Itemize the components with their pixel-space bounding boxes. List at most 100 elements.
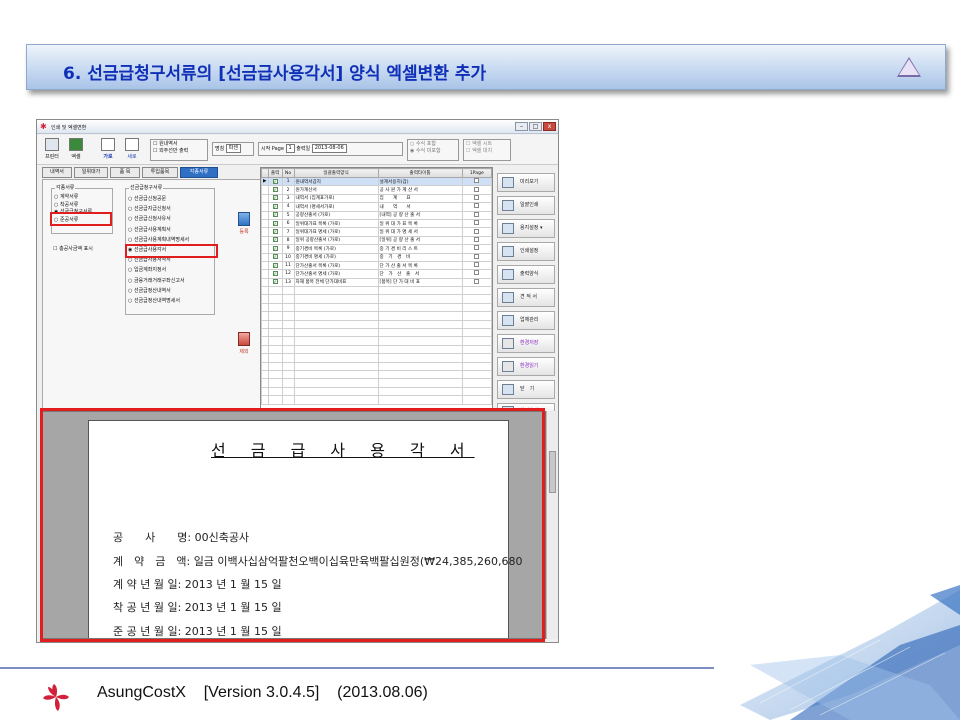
row-1page-checkbox[interactable] (461, 202, 492, 212)
grid-row[interactable]: ✓ 7 일위대가표 명세 (가로) 일 위 대 가 명 세 서 (261, 227, 492, 237)
close-button[interactable]: x (543, 122, 556, 131)
minimize-button[interactable]: – (515, 122, 528, 131)
advance-doc-item[interactable]: 입금계좌지정서 (128, 265, 212, 275)
batch-print-button[interactable]: 일괄인쇄 (497, 196, 555, 215)
include-formula-radio[interactable]: 수식 포함 (410, 141, 456, 148)
window-title: 인쇄 및 엑셀변환 (51, 125, 87, 131)
scrollbar-thumb[interactable] (549, 451, 556, 493)
grid-row[interactable]: ✓ 9 중기경비 목록 (가로) 중 기 경 비 리 스 트 (261, 244, 492, 254)
print-button[interactable]: 프린터 (41, 137, 63, 163)
row-output-checkbox[interactable]: ✓ (267, 218, 283, 229)
tab-various-docs[interactable]: 각종서류 (180, 167, 218, 178)
maximize-button[interactable]: □ (529, 122, 542, 131)
preview-line-amount: 계 약 금 액: 일금 이백사십삼억팔천오백이십육만육백팔십원정(₩24,385… (113, 555, 523, 568)
row-1page-checkbox[interactable] (461, 252, 492, 262)
row-output-checkbox[interactable]: ✓ (267, 193, 283, 204)
grid-row[interactable]: ✓ 11 단가산출서 목록 (가로) 단 가 산 출 서 목 록 (261, 260, 492, 271)
advance-doc-item[interactable]: 금융거래거래구좌신고서 (128, 276, 212, 286)
advance-doc-item[interactable]: 선금급신청사유서 (128, 214, 212, 224)
unit-select[interactable]: 파센 (225, 144, 241, 153)
row-output-checkbox[interactable]: ✓ (267, 235, 283, 246)
row-output-checkbox[interactable]: ✓ (267, 244, 283, 254)
preview-icon (502, 177, 514, 188)
portrait-button[interactable]: 세로 (121, 137, 143, 163)
row-output-checkbox[interactable]: ✓ (267, 260, 283, 271)
row-1page-checkbox[interactable] (461, 218, 492, 229)
load-env-button[interactable]: 환경읽기 (497, 357, 555, 376)
print-date-picker[interactable]: 2013-08-06 (311, 144, 347, 153)
row-1page-checkbox[interactable] (461, 227, 492, 237)
grid-row[interactable]: ▶ ✓ 1 원내역서갑지 설계서용지(갑) (261, 176, 492, 187)
grid-empty-row (261, 311, 492, 321)
row-1page-checkbox[interactable] (461, 277, 492, 288)
doc-type-start-radio[interactable]: 착공서류 (54, 202, 110, 210)
row-output-checkbox[interactable]: ✓ (267, 277, 283, 288)
row-output-checkbox[interactable]: ✓ (267, 269, 283, 279)
row-1page-checkbox[interactable] (461, 269, 492, 279)
original-detail-checkbox[interactable]: ☐ 원내역서 (153, 141, 205, 148)
row-output-checkbox[interactable]: ✓ (267, 252, 283, 262)
advance-doc-item[interactable]: 선금급정산내역명세서 (128, 296, 212, 306)
row-no: 7 (281, 227, 295, 237)
output-form-button[interactable]: 출력양식 (497, 265, 555, 284)
total-amount-checkbox[interactable]: ☐ 총공사금액 표시 (53, 245, 93, 252)
preview-scrollbar[interactable] (546, 411, 558, 639)
start-page-spinner[interactable]: 1 (285, 144, 295, 153)
remove-button[interactable]: 제외 (233, 332, 255, 355)
row-1page-checkbox[interactable] (461, 244, 492, 254)
doc-type-contract-radio[interactable]: 계약서류 (54, 194, 110, 202)
preview-page: 선 금 급 사 용 각 서 공 사 명: 00신축공사 계 약 금 액: 일금 … (88, 420, 522, 638)
preview-button[interactable]: 미리보기 (497, 173, 555, 192)
tab-unit-price[interactable]: 일위대가 (74, 167, 108, 178)
grid-row[interactable]: ✓ 6 일위대가표 목록 (가로) 일 위 대 가 표 목 록 (261, 218, 492, 229)
grid-row[interactable]: ✓ 12 단가산출서 명세 (가로) 단 가 산 출 서 (261, 269, 492, 279)
tab-detail[interactable]: 내역서 (42, 167, 72, 178)
grid-empty-row (261, 378, 492, 388)
advance-doc-item[interactable]: 선금급지급신청서 (128, 204, 212, 214)
row-output-checkbox[interactable]: ✓ (267, 202, 283, 212)
grid-row[interactable]: ✓ 3 내역서 (집계표가로) 집 계 표 (261, 193, 492, 204)
estimate-button[interactable]: 견 적 서 (497, 288, 555, 307)
row-1page-checkbox[interactable] (461, 176, 492, 187)
row-1page-checkbox[interactable] (461, 235, 492, 246)
print-setup-button[interactable]: 인쇄설정 (497, 242, 555, 261)
row-1page-checkbox[interactable] (461, 210, 492, 220)
close-window-button[interactable]: 닫 기 (497, 380, 555, 399)
tab-input-items[interactable]: 투입품목 (142, 167, 178, 178)
advance-doc-item[interactable]: 선금급사용계획서 (128, 225, 212, 235)
row-1page-checkbox[interactable] (461, 193, 492, 204)
grid-row[interactable]: ✓ 4 내역서 (명세서가로) 내 역 서 (261, 202, 492, 212)
checkbox-checked-icon: ✓ (272, 195, 278, 201)
register-button[interactable]: 등록 (233, 212, 255, 235)
row-1page-checkbox[interactable] (461, 260, 492, 271)
excel-button[interactable]: 엑셀 (65, 137, 87, 163)
company-manage-button[interactable]: 업체관리 (497, 311, 555, 330)
row-output-checkbox[interactable]: ✓ (267, 227, 283, 237)
tab-items[interactable]: 품 목 (110, 167, 140, 178)
unit-group: 명칭 파센 (212, 142, 254, 156)
excel-replace-checkbox[interactable]: ☐ 엑셀 대치 (466, 148, 508, 155)
excel-sheet-checkbox[interactable]: ☐ 엑셀 시트 (466, 141, 508, 148)
grid-row[interactable]: ✓ 2 원가계산서 공 사 원 가 계 산 서 (261, 185, 492, 195)
grid-row[interactable]: ✓ 8 일위 공량산출서 (가로) [일위] 공 량 산 출 서 (261, 235, 492, 246)
outsource-only-checkbox[interactable]: ☐ 외주선만 출력 (153, 148, 205, 155)
preview-line-project: 공 사 명: 00신축공사 (113, 531, 250, 544)
save-env-button[interactable]: 환경저장 (497, 334, 555, 353)
grid-row[interactable]: ✓ 5 공량산출서 (가로) [내역] 공 량 산 출 서 (261, 210, 492, 220)
grid-row[interactable]: ✓ 13 자재 품목 전체 단가대비표 [품목] 단 가 대 비 표 (261, 277, 492, 288)
row-no: 1 (281, 176, 295, 187)
advance-doc-item[interactable]: 선금급신청공문 (128, 194, 212, 204)
preview-line-start-date: 착 공 년 월 일: 2013 년 1 월 15 일 (113, 601, 282, 614)
checkbox-checked-icon: ✓ (272, 279, 278, 285)
advance-doc-item[interactable]: 선금급정산내역서 (128, 286, 212, 296)
row-output-checkbox[interactable]: ✓ (267, 210, 283, 220)
row-1page-checkbox[interactable] (461, 185, 492, 195)
landscape-button[interactable]: 가로 (97, 137, 119, 163)
grid-row[interactable]: ✓ 10 중기경비 명세 (가로) 중 기 경 비 (261, 252, 492, 262)
row-output-checkbox[interactable]: ✓ (267, 185, 283, 195)
row-output-checkbox[interactable]: ✓ (267, 176, 283, 187)
checkbox-checked-icon: ✓ (272, 212, 278, 218)
exclude-formula-radio[interactable]: 수식 미포함 (410, 148, 456, 155)
grid-empty-row (261, 286, 492, 296)
paper-setup-button[interactable]: 용지설정 ▾ (497, 219, 555, 238)
